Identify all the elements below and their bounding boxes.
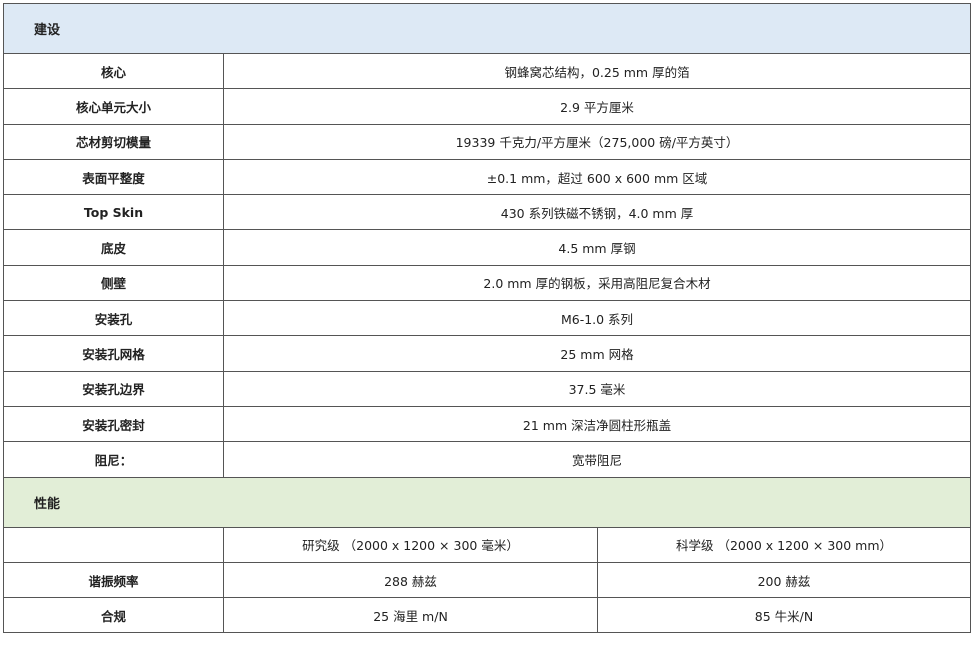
row-label: 安装孔边界	[3, 370, 224, 407]
spec-table: 建设 核心 钢蜂窝芯结构，0.25 mm 厚的箔 核心单元大小 2.9 平方厘米…	[2, 3, 972, 634]
row-value: 宽带阻尼	[222, 441, 972, 478]
scientific-grade-header: 科学级 （2000 x 1200 × 300 mm）	[596, 526, 972, 563]
performance-column-header-row: 研究级 （2000 x 1200 × 300 毫米） 科学级 （2000 x 1…	[3, 526, 972, 563]
row-value: 25 mm 网格	[222, 335, 972, 372]
row-value: ±0.1 mm，超过 600 x 600 mm 区域	[222, 158, 972, 196]
section-header-construction: 建设	[2, 3, 972, 54]
row-label: 安装孔	[3, 300, 224, 337]
row-label: 芯材剪切模量	[3, 123, 224, 160]
row-label: 核心	[3, 52, 224, 90]
scientific-grade-value: 200 赫兹	[596, 561, 972, 599]
row-label: 底皮	[3, 229, 224, 266]
section-header-performance: 性能	[2, 476, 972, 528]
row-label: 阻尼：	[3, 441, 224, 478]
row-label: 核心单元大小	[3, 88, 224, 125]
table-row: 核心单元大小 2.9 平方厘米	[3, 88, 972, 125]
row-value: 21 mm 深洁净圆柱形瓶盖	[222, 405, 972, 443]
row-value: 37.5 毫米	[222, 370, 972, 407]
table-row: 底皮 4.5 mm 厚钢	[3, 229, 972, 266]
row-value: 430 系列铁磁不锈钢，4.0 mm 厚	[222, 194, 972, 231]
row-value: 4.5 mm 厚钢	[222, 229, 972, 266]
spec-table-container: 建设 核心 钢蜂窝芯结构，0.25 mm 厚的箔 核心单元大小 2.9 平方厘米…	[2, 3, 972, 634]
row-label: 谐振频率	[3, 561, 224, 599]
section-title-performance: 性能	[2, 476, 972, 528]
table-row: 安装孔 M6-1.0 系列	[3, 300, 972, 337]
table-row: 谐振频率 288 赫兹 200 赫兹	[3, 561, 972, 599]
row-label: 合规	[3, 597, 224, 634]
row-label: Top Skin	[3, 194, 224, 231]
table-row: 安装孔边界 37.5 毫米	[3, 370, 972, 407]
row-label: 安装孔网格	[3, 335, 224, 372]
row-label: 安装孔密封	[3, 405, 224, 443]
table-row: 安装孔网格 25 mm 网格	[3, 335, 972, 372]
research-grade-header: 研究级 （2000 x 1200 × 300 毫米）	[223, 526, 598, 563]
scientific-grade-value: 85 牛米/N	[596, 597, 972, 634]
row-value: 2.0 mm 厚的钢板，采用高阻尼复合木材	[222, 264, 972, 302]
table-row: 侧壁 2.0 mm 厚的钢板，采用高阻尼复合木材	[3, 264, 972, 302]
row-value: 钢蜂窝芯结构，0.25 mm 厚的箔	[222, 52, 972, 90]
table-row: 阻尼： 宽带阻尼	[3, 441, 972, 478]
row-label: 表面平整度	[3, 158, 224, 196]
table-row: 表面平整度 ±0.1 mm，超过 600 x 600 mm 区域	[3, 158, 972, 196]
research-grade-value: 288 赫兹	[223, 561, 598, 599]
table-row: 合规 25 海里 m/N 85 牛米/N	[3, 597, 972, 634]
row-value: M6-1.0 系列	[222, 300, 972, 337]
row-value: 19339 千克力/平方厘米（275,000 磅/平方英寸）	[222, 123, 972, 160]
research-grade-value: 25 海里 m/N	[223, 597, 598, 634]
section-title-construction: 建设	[2, 3, 972, 54]
table-row: 核心 钢蜂窝芯结构，0.25 mm 厚的箔	[3, 52, 972, 90]
table-row: Top Skin 430 系列铁磁不锈钢，4.0 mm 厚	[3, 194, 972, 231]
blank-header-cell	[3, 526, 224, 563]
row-value: 2.9 平方厘米	[222, 88, 972, 125]
table-row: 芯材剪切模量 19339 千克力/平方厘米（275,000 磅/平方英寸）	[3, 123, 972, 160]
row-label: 侧壁	[3, 264, 224, 302]
table-row: 安装孔密封 21 mm 深洁净圆柱形瓶盖	[3, 405, 972, 443]
